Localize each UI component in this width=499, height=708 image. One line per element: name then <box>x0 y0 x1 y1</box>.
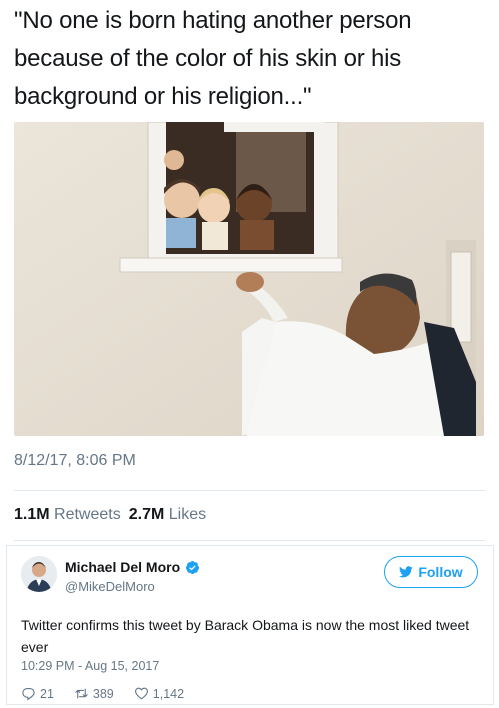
quote-line: because of the color of his skin or his <box>14 45 402 72</box>
likes-label: Likes <box>168 506 207 523</box>
tweet-text: "No one is born hating another person be… <box>14 2 490 116</box>
reply-count: 21 <box>40 686 54 701</box>
retweet-count: 389 <box>92 686 114 701</box>
like-count: 1,142 <box>152 686 185 701</box>
embedded-tweet-card: Michael Del Moro @MikeDelMoro Follow Twi… <box>6 545 494 705</box>
engagement-stats: 1.1M Retweets 2.7M Likes <box>14 506 206 524</box>
reply-action[interactable]: 21 <box>21 686 54 701</box>
retweet-action[interactable]: 389 <box>74 686 114 701</box>
quote-line: background or his religion..." <box>14 83 312 110</box>
quote-line: "No one is born hating another person <box>14 7 412 34</box>
author-name[interactable]: Michael Del Moro <box>65 559 180 575</box>
twitter-bird-icon <box>399 566 414 578</box>
divider <box>14 540 485 541</box>
retweet-icon <box>75 688 88 699</box>
author-handle[interactable]: @MikeDelMoro <box>65 579 155 594</box>
tweet-photo[interactable] <box>14 122 484 436</box>
embedded-tweet-time[interactable]: 10:29 PM - Aug 15, 2017 <box>21 659 159 673</box>
retweets-count: 1.1M <box>14 506 50 523</box>
retweets-label: Retweets <box>54 506 121 523</box>
tweet-actions: 21 389 1,142 <box>21 686 204 701</box>
embedded-tweet-text: Twitter confirms this tweet by Barack Ob… <box>21 617 470 655</box>
likes-stat[interactable]: 2.7M Likes <box>129 506 206 523</box>
heart-icon <box>134 687 148 700</box>
follow-button[interactable]: Follow <box>384 556 478 588</box>
author-row: Michael Del Moro <box>65 559 200 575</box>
avatar[interactable] <box>21 556 57 592</box>
divider <box>14 490 485 491</box>
tweet-timestamp: 8/12/17, 8:06 PM <box>14 452 136 469</box>
follow-label: Follow <box>418 564 463 580</box>
retweets-stat[interactable]: 1.1M Retweets <box>14 506 121 523</box>
photo-illustration <box>14 122 484 436</box>
likes-count: 2.7M <box>128 506 165 523</box>
verified-badge-icon <box>186 560 200 574</box>
like-action[interactable]: 1,142 <box>134 686 184 701</box>
avatar-image <box>21 556 57 592</box>
reply-icon <box>22 687 35 701</box>
